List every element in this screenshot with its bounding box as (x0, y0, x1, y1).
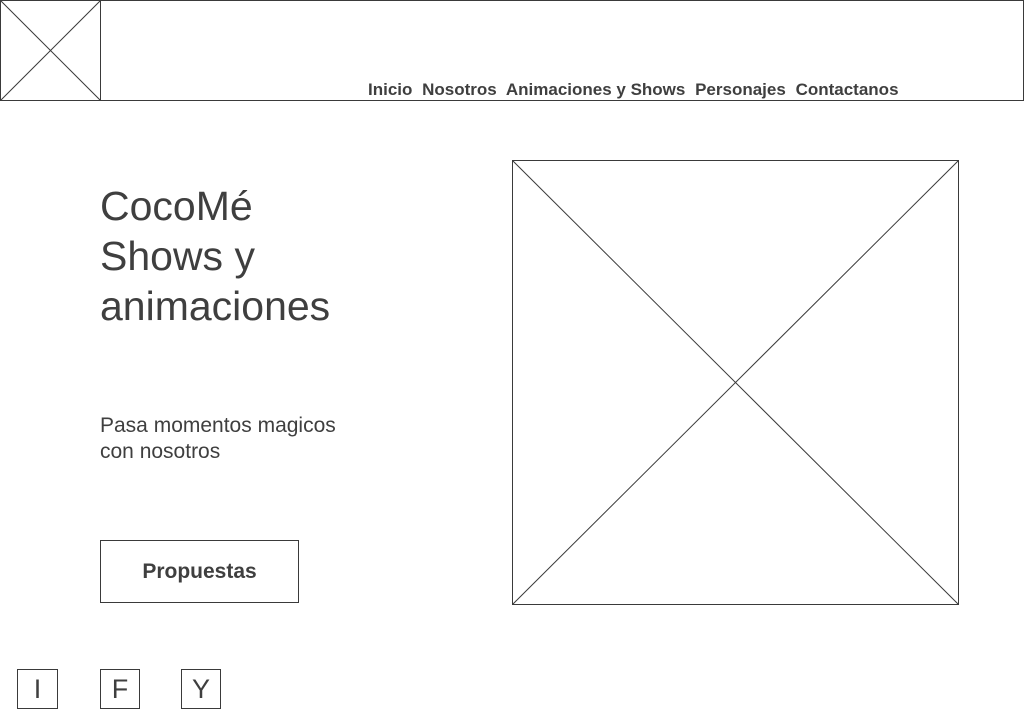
nav-item-inicio[interactable]: Inicio (368, 80, 412, 99)
hero-title-line: Shows y (100, 233, 255, 279)
header: Inicio Nosotros Animaciones y Shows Pers… (0, 0, 1024, 101)
nav-item-personajes[interactable]: Personajes (695, 80, 786, 99)
youtube-icon[interactable]: Y (181, 669, 221, 709)
hero-title-line: animaciones (100, 283, 331, 329)
facebook-icon[interactable]: F (100, 669, 140, 709)
main-nav: Inicio Nosotros Animaciones y Shows Pers… (368, 80, 899, 100)
nav-item-contactanos[interactable]: Contactanos (796, 80, 899, 99)
nav-item-animaciones-y-shows[interactable]: Animaciones y Shows (506, 80, 686, 99)
instagram-icon[interactable]: I (17, 669, 58, 709)
logo-image-placeholder[interactable] (1, 1, 101, 100)
hero-title: CocoMé Shows y animaciones (100, 181, 400, 331)
hero-subtitle-line: Pasa momentos magicos (100, 414, 336, 437)
image-placeholder-icon (1, 1, 100, 100)
hero-subtitle: Pasa momentos magicos con nosotros (100, 413, 400, 465)
propuestas-button[interactable]: Propuestas (100, 540, 299, 603)
hero-image-placeholder (512, 160, 959, 605)
hero-subtitle-line: con nosotros (100, 440, 221, 463)
image-placeholder-icon (513, 161, 958, 604)
nav-item-nosotros[interactable]: Nosotros (422, 80, 497, 99)
hero-title-line: CocoMé (100, 183, 253, 229)
page: Inicio Nosotros Animaciones y Shows Pers… (0, 0, 1024, 728)
